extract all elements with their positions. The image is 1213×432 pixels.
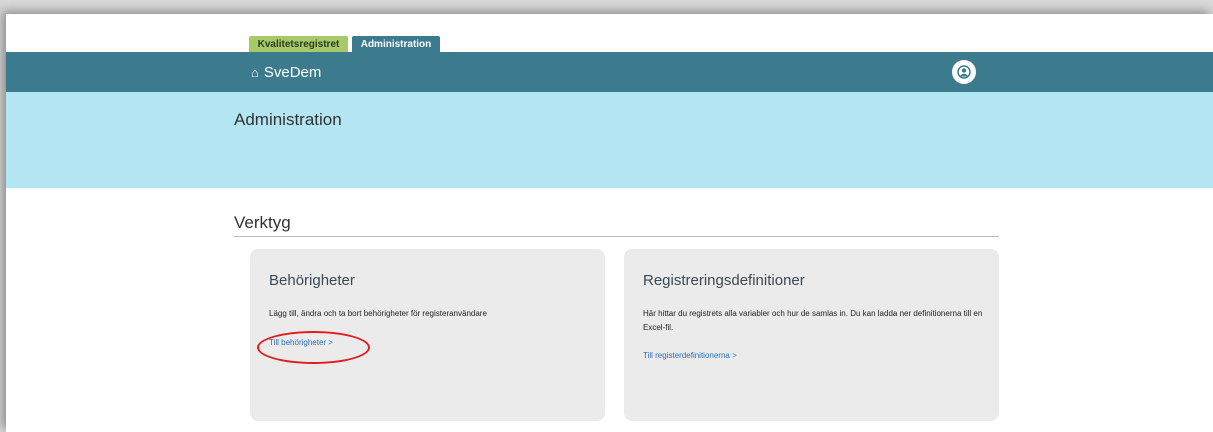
tab-administration[interactable]: Administration — [352, 36, 440, 52]
browser-window: Kvalitetsregistret Administration ⌂ SveD… — [6, 14, 1213, 432]
user-avatar-icon[interactable] — [952, 60, 976, 84]
home-icon: ⌂ — [251, 64, 259, 80]
tab-kvalitetsregistret[interactable]: Kvalitetsregistret — [249, 36, 348, 52]
annotation-highlight-ellipse — [257, 331, 370, 364]
section-title: Verktyg — [234, 213, 291, 232]
page-title: Administration — [234, 110, 342, 129]
brand-home-link[interactable]: ⌂ SveDem — [251, 52, 321, 92]
tab-strip: Kvalitetsregistret Administration — [6, 14, 1213, 52]
page-hero: Administration — [6, 92, 1213, 188]
card-description: Lägg till, ändra och ta bort behörighete… — [269, 309, 487, 318]
card-description: Här hittar du registrets alla variabler … — [643, 309, 983, 332]
card-registreringsdefinitioner: Registreringsdefinitioner Här hittar du … — [624, 249, 999, 421]
till-registerdefinitionerna-link[interactable]: Till registerdefinitionerna > — [643, 351, 737, 360]
top-navbar: ⌂ SveDem — [6, 52, 1213, 92]
section-divider — [234, 236, 999, 237]
card-title: Registreringsdefinitioner — [643, 272, 805, 289]
card-title: Behörigheter — [269, 272, 355, 289]
brand-name: SveDem — [263, 63, 322, 81]
